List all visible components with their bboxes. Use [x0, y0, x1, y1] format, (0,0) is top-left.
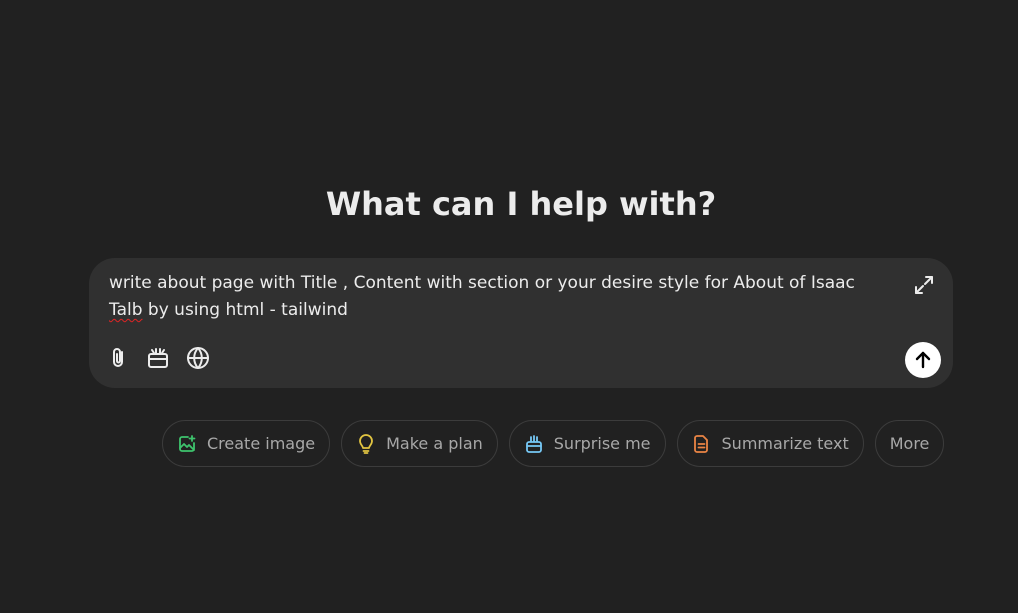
misspelled-word: Talb: [109, 300, 143, 320]
web-search-button[interactable]: [186, 346, 210, 370]
attach-button[interactable]: [106, 346, 130, 370]
suggestion-chips: Create image Make a plan Surprise me Sum…: [162, 420, 945, 467]
chip-more[interactable]: More: [874, 420, 945, 467]
toolbox-icon: [146, 346, 170, 370]
chip-surprise-me[interactable]: Surprise me: [508, 420, 666, 467]
chip-summarize-text[interactable]: Summarize text: [676, 420, 864, 467]
chip-label: Summarize text: [721, 434, 849, 453]
arrow-up-icon: [913, 350, 933, 370]
tools-button[interactable]: [146, 346, 170, 370]
chip-label: Make a plan: [386, 434, 483, 453]
paperclip-icon: [107, 346, 129, 370]
page-title: What can I help with?: [325, 185, 717, 223]
lightbulb-icon: [356, 433, 376, 454]
chip-make-a-plan[interactable]: Make a plan: [341, 420, 498, 467]
expand-icon: [912, 273, 936, 297]
expand-button[interactable]: [911, 272, 937, 298]
prompt-input[interactable]: write about page with Title , Content wi…: [109, 270, 889, 324]
chip-label: Surprise me: [553, 434, 651, 453]
chip-label: Create image: [207, 434, 316, 453]
chat-home: What can I help with? write about page w…: [0, 0, 1018, 613]
chip-create-image[interactable]: Create image: [162, 420, 331, 467]
prompt-text-end: by using html - tailwind: [142, 300, 348, 320]
globe-icon: [186, 346, 210, 370]
prompt-text-start: write about page with Title , Content wi…: [109, 273, 855, 293]
send-button[interactable]: [905, 342, 941, 378]
document-icon: [692, 434, 712, 454]
gift-icon: [524, 434, 544, 454]
chip-label: More: [889, 434, 930, 453]
image-icon: [177, 434, 197, 454]
prompt-composer[interactable]: write about page with Title , Content wi…: [89, 258, 953, 388]
